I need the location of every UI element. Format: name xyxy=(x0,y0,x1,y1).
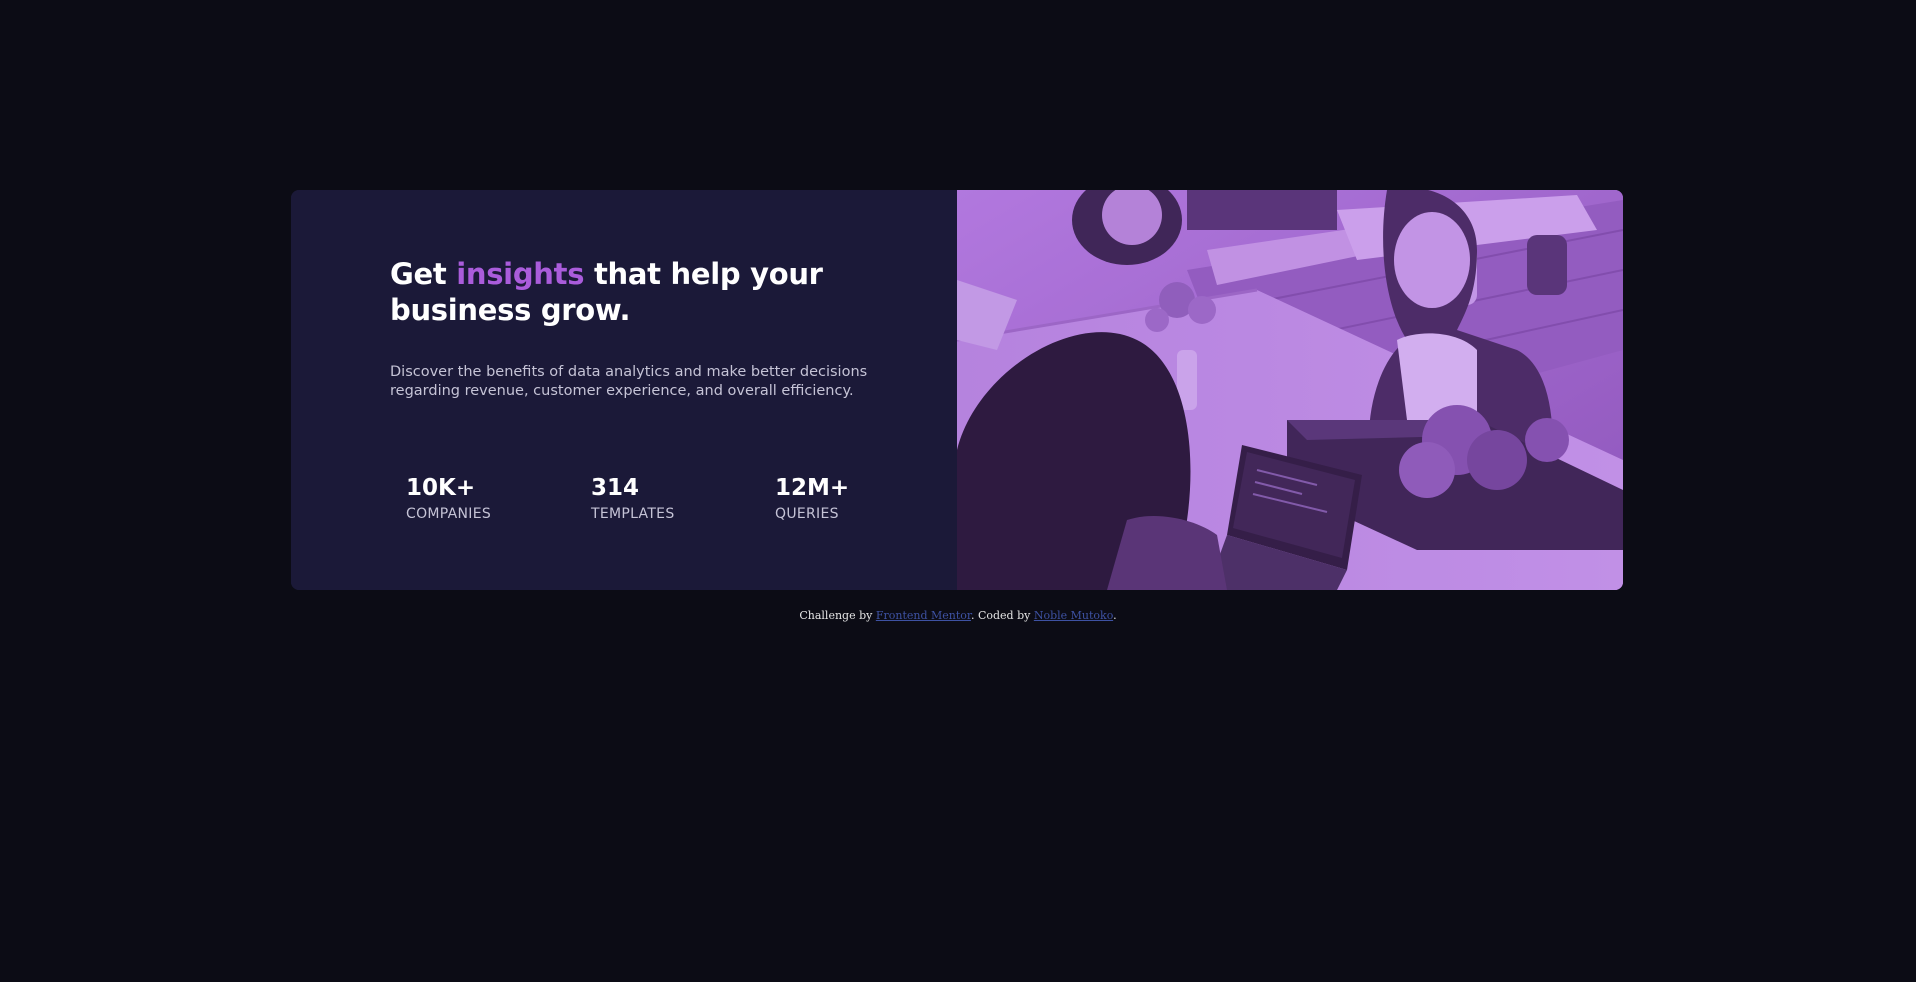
stat-value: 10K+ xyxy=(406,475,476,501)
description: Discover the benefits of data analytics … xyxy=(390,364,868,399)
stat-templates: 314 TEMPLATES xyxy=(591,474,675,523)
headline-accent: insights xyxy=(456,257,585,291)
stat-queries: 12M+ QUERIES xyxy=(775,474,849,523)
stats-row: 10K+ COMPANIES 314 TEMPLATES 12M+ QUERIE… xyxy=(406,474,866,534)
header-image xyxy=(957,190,1623,590)
attribution-prefix: Challenge by xyxy=(799,609,876,622)
office-photo-illustration xyxy=(957,190,1623,590)
stat-value: 12M+ xyxy=(775,475,850,501)
stat-companies: 10K+ COMPANIES xyxy=(406,474,491,523)
author-link[interactable]: Noble Mutoko xyxy=(1034,609,1113,622)
stat-label: QUERIES xyxy=(775,506,839,522)
card-content: Get insights that help your business gro… xyxy=(291,190,957,590)
stats-preview-card: Get insights that help your business gro… xyxy=(291,190,1623,590)
stat-label: COMPANIES xyxy=(406,506,492,522)
headline-before: Get xyxy=(390,257,457,291)
stat-label: TEMPLATES xyxy=(591,506,675,522)
attribution-middle: . Coded by xyxy=(970,609,1034,622)
frontend-mentor-link[interactable]: Frontend Mentor xyxy=(876,609,971,622)
attribution-footer: Challenge by Frontend Mentor. Coded by N… xyxy=(0,609,1916,622)
stat-value: 314 xyxy=(591,475,640,501)
attribution-suffix: . xyxy=(1113,609,1117,622)
headline: Get insights that help your business gro… xyxy=(390,256,830,328)
